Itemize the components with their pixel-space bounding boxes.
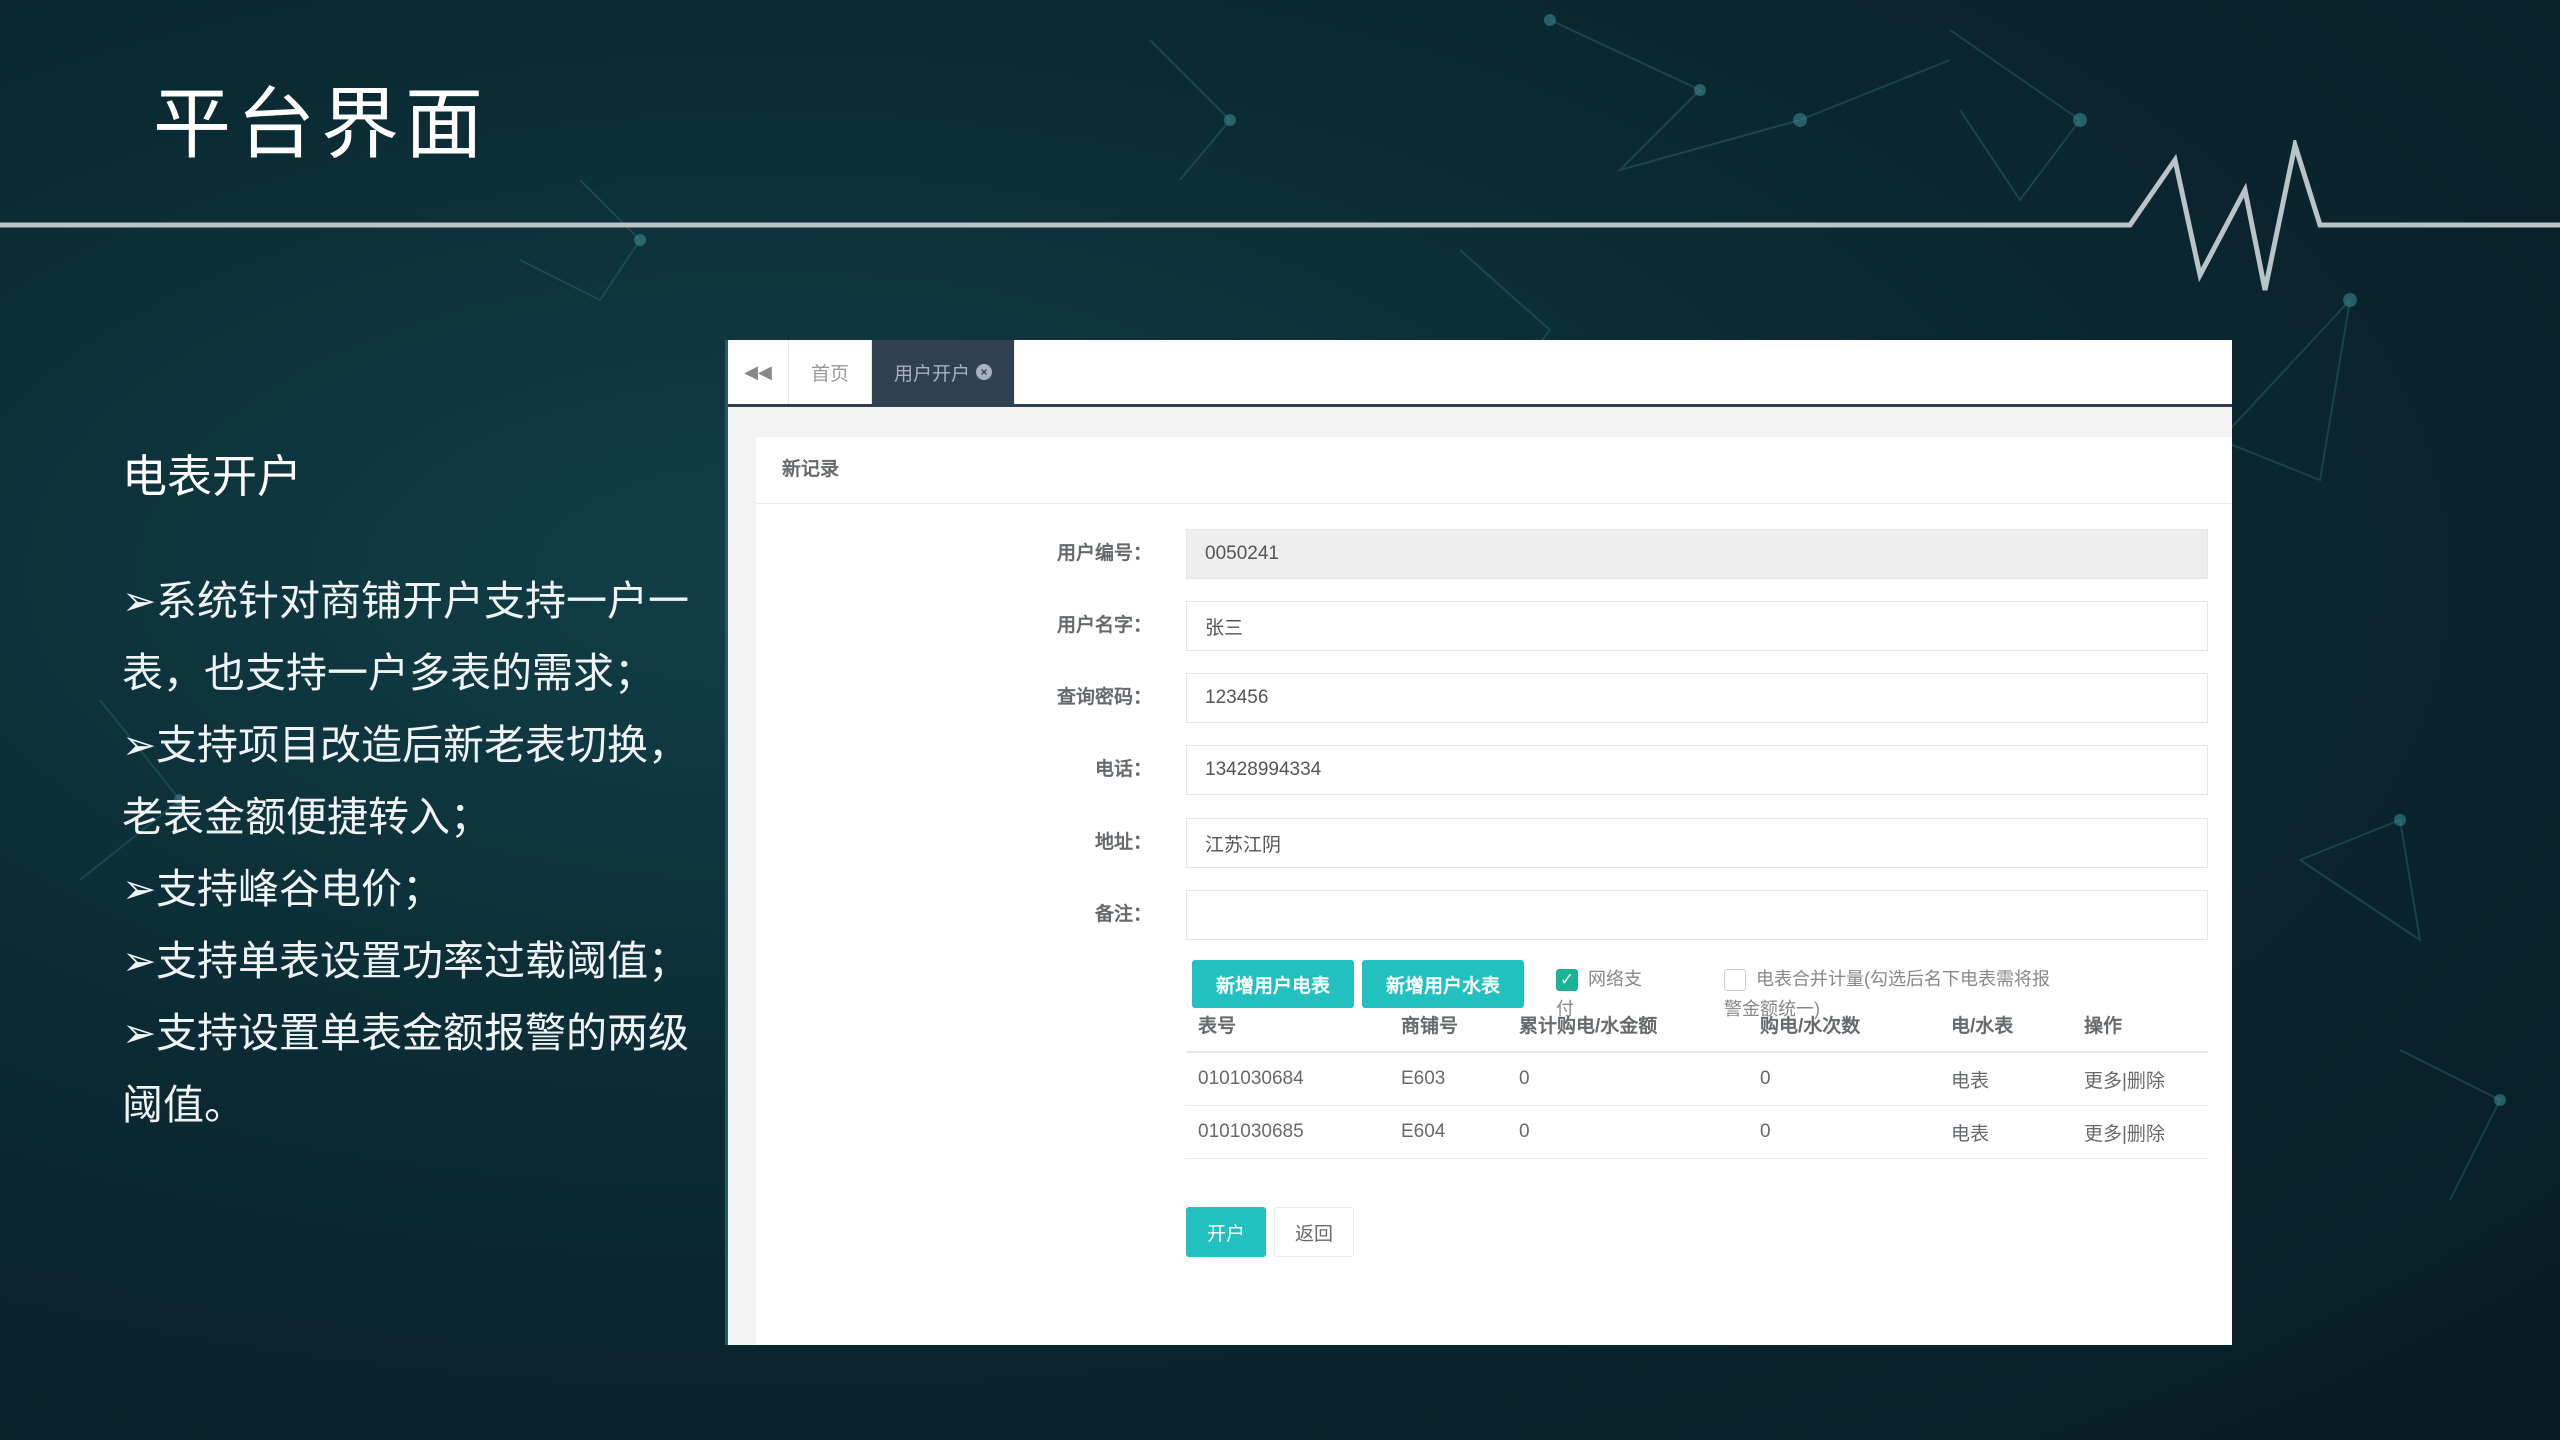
feature-description: 电表开户 ➢系统针对商铺开户支持一户一 表，也支持一户多表的需求； ➢支持项目改… [122, 440, 722, 1141]
address-field[interactable] [1186, 818, 2208, 868]
user-id-field[interactable] [1186, 529, 2208, 579]
password-field[interactable] [1186, 673, 2208, 723]
bullet-item: ➢支持设置单表金额报警的两级 [122, 997, 722, 1069]
merge-metering-checkbox[interactable] [1724, 969, 1746, 992]
bullet-item: ➢支持项目改造后新老表切换， [122, 709, 722, 781]
tab-bar: ◀◀ 首页 用户开户 × [728, 340, 2232, 407]
online-payment-label: 网络支 [1588, 969, 1642, 989]
cell-total-amount: 0 [1507, 1105, 1748, 1159]
cell-purchase-count: 0 [1748, 1105, 1939, 1159]
meter-table: 表号 商铺号 累计购电/水金额 购电/水次数 电/水表 操作 010103068… [1186, 997, 2208, 1159]
content-area: 新记录 用户编号： 用户名字： 查询密码： 电话： 地址： [728, 407, 2232, 1345]
cell-total-amount: 0 [1507, 1052, 1748, 1106]
password-label: 查询密码： [1056, 687, 1152, 708]
phone-field[interactable] [1186, 745, 2208, 795]
remark-field[interactable] [1186, 890, 2208, 940]
user-id-label: 用户编号： [1056, 543, 1152, 564]
cell-meter-no: 0101030685 [1186, 1105, 1389, 1159]
bullet-arrow-icon: ➢ [122, 577, 157, 625]
remark-label: 备注： [1094, 904, 1152, 925]
cell-shop-no: E603 [1389, 1052, 1507, 1106]
bullet-arrow-icon: ➢ [122, 937, 157, 985]
form-row-password: 查询密码： [756, 673, 2232, 723]
app-screenshot-window: ◀◀ 首页 用户开户 × 新记录 用户编号： 用户名字： 查询密码： 电话： [725, 340, 2232, 1345]
col-header-shop-no: 商铺号 [1389, 997, 1507, 1053]
bullet-arrow-icon: ➢ [122, 721, 157, 769]
cell-purchase-count: 0 [1748, 1052, 1939, 1106]
bullet-arrow-icon: ➢ [122, 865, 157, 913]
cell-shop-no: E604 [1389, 1105, 1507, 1159]
col-header-actions: 操作 [2072, 997, 2208, 1053]
form-row-user-id: 用户编号： [756, 529, 2232, 579]
form-row-phone: 电话： [756, 745, 2232, 795]
feature-bullet-list: ➢系统针对商铺开户支持一户一 表，也支持一户多表的需求； ➢支持项目改造后新老表… [122, 565, 722, 1141]
table-row: 0101030684 E603 0 0 电表 更多|删除 [1186, 1052, 2208, 1106]
address-label: 地址： [1094, 832, 1152, 853]
col-header-meter-type: 电/水表 [1939, 997, 2072, 1053]
form-row-user-name: 用户名字： [756, 601, 2232, 651]
heartbeat-divider-line [0, 140, 2560, 291]
tab-scroll-left-icon[interactable]: ◀◀ [728, 340, 789, 404]
table-header-row: 表号 商铺号 累计购电/水金额 购电/水次数 电/水表 操作 [1186, 997, 2208, 1053]
row-actions-link[interactable]: 更多|删除 [2072, 1052, 2208, 1106]
tab-user-account-open[interactable]: 用户开户 × [872, 340, 1016, 404]
online-payment-checkbox[interactable]: ✓ [1556, 969, 1578, 992]
merge-metering-label: 电表合并计量(勾选后名下电表需将报 [1756, 969, 2050, 989]
section-subtitle: 电表开户 [122, 450, 303, 503]
open-account-button[interactable]: 开户 [1186, 1207, 1266, 1257]
col-header-total-amount: 累计购电/水金额 [1507, 997, 1748, 1053]
cell-meter-type: 电表 [1939, 1052, 2072, 1106]
col-header-meter-no: 表号 [1186, 997, 1389, 1053]
close-icon[interactable]: × [976, 364, 993, 380]
cell-meter-type: 电表 [1939, 1105, 2072, 1159]
form-row-address: 地址： [756, 818, 2232, 868]
cell-meter-no: 0101030684 [1186, 1052, 1389, 1106]
bullet-item: ➢支持单表设置功率过载阈值； [122, 925, 722, 997]
tab-label: 用户开户 [894, 363, 971, 385]
panel-title: 新记录 [756, 437, 2232, 504]
bullet-item: 表，也支持一户多表的需求； [122, 649, 655, 697]
bullet-item: ➢系统针对商铺开户支持一户一 [122, 565, 722, 637]
row-actions-link[interactable]: 更多|删除 [2072, 1105, 2208, 1159]
form-row-remark: 备注： [756, 890, 2232, 940]
col-header-purchase-count: 购电/水次数 [1748, 997, 1939, 1053]
user-name-field[interactable] [1186, 601, 2208, 651]
bullet-arrow-icon: ➢ [122, 1009, 157, 1057]
table-row: 0101030685 E604 0 0 电表 更多|删除 [1186, 1105, 2208, 1159]
user-name-label: 用户名字： [1056, 615, 1152, 636]
back-button[interactable]: 返回 [1274, 1207, 1354, 1257]
bullet-item: ➢支持峰谷电价； [122, 853, 722, 925]
form-panel: 新记录 用户编号： 用户名字： 查询密码： 电话： 地址： [756, 437, 2232, 1345]
bullet-item: 老表金额便捷转入； [122, 793, 491, 841]
bullet-item: 阈值。 [122, 1081, 245, 1129]
tab-home[interactable]: 首页 [789, 340, 873, 404]
phone-label: 电话： [1094, 759, 1152, 780]
